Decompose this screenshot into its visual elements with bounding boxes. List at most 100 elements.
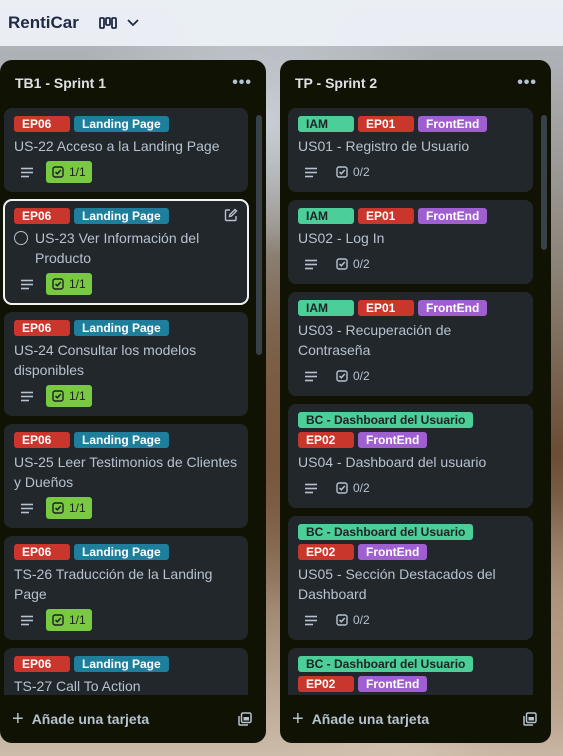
task-card[interactable]: BC - Dashboard del Usuario EP02 FrontEnd	[288, 648, 533, 695]
list-title[interactable]: TP - Sprint 2	[295, 75, 517, 91]
add-card-label: Añade una tarjeta	[31, 711, 150, 727]
card-labels: IAM EP01 FrontEnd	[298, 208, 523, 224]
checklist-icon	[336, 166, 348, 178]
description-icon	[21, 167, 33, 177]
card-title: US-22 Acceso a la Landing Page	[14, 136, 238, 156]
card-label[interactable]: FrontEnd	[418, 208, 488, 224]
card-label[interactable]: BC - Dashboard del Usuario	[298, 412, 474, 428]
plus-icon: +	[292, 708, 304, 730]
card-label[interactable]: EP06	[14, 544, 70, 560]
card-labels: EP06 Landing Page	[14, 208, 238, 224]
card-badges: 1/1	[14, 497, 238, 519]
card-badges: 0/2	[298, 253, 523, 275]
card-label[interactable]: FrontEnd	[358, 544, 428, 560]
checklist-count: 1/1	[69, 613, 86, 627]
brand-name[interactable]: RentiCar	[8, 13, 79, 33]
checklist-badge: 0/2	[330, 161, 376, 183]
card-label[interactable]: EP02	[298, 676, 354, 692]
list-menu-button[interactable]: •••	[232, 74, 252, 92]
checklist-count: 0/2	[353, 613, 370, 627]
checklist-icon	[52, 166, 64, 178]
checklist-count: 1/1	[69, 277, 86, 291]
card-label[interactable]: IAM	[298, 300, 354, 316]
description-icon	[21, 391, 33, 401]
card-badges: 0/2	[298, 609, 523, 631]
board-view-switcher[interactable]	[98, 17, 139, 29]
card-title: US01 - Registro de Usuario	[298, 136, 523, 156]
edit-icon[interactable]	[224, 208, 238, 227]
card-title-text: TS-26 Traducción de la Landing Page	[14, 566, 213, 602]
plus-icon: +	[12, 708, 24, 730]
task-card[interactable]: BC - Dashboard del Usuario EP02 FrontEnd US…	[288, 404, 533, 508]
card-title: US02 - Log In	[298, 228, 523, 248]
card-title-text: US-23 Ver Información del Producto	[35, 230, 200, 266]
add-card-button[interactable]: + Añade una tarjeta	[0, 695, 266, 743]
card-label[interactable]: FrontEnd	[418, 300, 488, 316]
card-list: IAM EP01 FrontEnd US01 - Registro de Usuari…	[280, 106, 551, 695]
task-card[interactable]: EP06 Landing Page US-24 Consultar los mode…	[4, 312, 248, 416]
list-title[interactable]: TB1 - Sprint 1	[15, 75, 232, 91]
checklist-badge: 1/1	[46, 609, 92, 631]
task-card[interactable]: EP06 Landing Page TS-26 Traducción de la L…	[4, 536, 248, 640]
card-title: US03 - Recuperación de Contraseña	[298, 320, 523, 360]
task-card[interactable]: IAM EP01 FrontEnd US01 - Registro de Usuari…	[288, 108, 533, 192]
task-card[interactable]: IAM EP01 FrontEnd US03 - Recuperación de Co…	[288, 292, 533, 396]
card-label[interactable]: EP02	[298, 544, 354, 560]
scrollbar[interactable]	[541, 115, 547, 250]
card-label[interactable]: FrontEnd	[358, 432, 428, 448]
card-label[interactable]: Landing Page	[74, 208, 169, 224]
card-label[interactable]: Landing Page	[74, 544, 169, 560]
complete-toggle-icon[interactable]	[14, 231, 28, 245]
card-label[interactable]: EP06	[14, 208, 70, 224]
task-card[interactable]: EP06 Landing Page US-23 Ver Información de…	[3, 199, 249, 305]
card-label[interactable]: EP06	[14, 320, 70, 336]
task-card[interactable]: EP06 Landing Page US-22 Acceso a la Landin…	[4, 108, 248, 192]
checklist-badge: 0/2	[330, 253, 376, 275]
checklist-count: 1/1	[69, 165, 86, 179]
card-title-text: US-24 Consultar los modelos disponibles	[14, 342, 197, 378]
card-labels: EP06 Landing Page	[14, 656, 238, 672]
card-title: US04 - Dashboard del usuario	[298, 452, 523, 472]
card-labels: IAM EP01 FrontEnd	[298, 116, 523, 132]
card-label[interactable]: Landing Page	[74, 320, 169, 336]
card-label[interactable]: EP01	[358, 300, 414, 316]
card-label[interactable]: EP06	[14, 116, 70, 132]
card-label[interactable]: EP02	[298, 432, 354, 448]
card-label[interactable]: IAM	[298, 116, 354, 132]
description-icon	[21, 503, 33, 513]
checklist-badge: 1/1	[46, 273, 92, 295]
description-icon	[305, 167, 317, 177]
checklist-icon	[52, 390, 64, 402]
task-card[interactable]: IAM EP01 FrontEnd US02 - Log In 0/2	[288, 200, 533, 284]
card-title-text: US-22 Acceso a la Landing Page	[14, 138, 220, 154]
card-label[interactable]: Landing Page	[74, 656, 169, 672]
card-label[interactable]: Landing Page	[74, 432, 169, 448]
card-label[interactable]: IAM	[298, 208, 354, 224]
card-title: US-24 Consultar los modelos disponibles	[14, 340, 238, 380]
card-label[interactable]: EP06	[14, 432, 70, 448]
card-template-icon[interactable]	[238, 712, 252, 726]
task-card[interactable]: BC - Dashboard del Usuario EP02 FrontEnd US…	[288, 516, 533, 640]
card-title-text: US-25 Leer Testimonios de Clientes y Due…	[14, 454, 238, 490]
card-label[interactable]: BC - Dashboard del Usuario	[298, 656, 474, 672]
card-labels: IAM EP01 FrontEnd	[298, 300, 523, 316]
card-label[interactable]: EP06	[14, 656, 70, 672]
card-template-icon[interactable]	[523, 712, 537, 726]
card-label[interactable]: EP01	[358, 116, 414, 132]
card-label[interactable]: BC - Dashboard del Usuario	[298, 524, 474, 540]
card-title: TS-27 Call To Action	[14, 676, 238, 695]
card-label[interactable]: Landing Page	[74, 116, 169, 132]
checklist-badge: 1/1	[46, 385, 92, 407]
card-title: US-25 Leer Testimonios de Clientes y Due…	[14, 452, 238, 492]
add-card-button[interactable]: + Añade una tarjeta	[280, 695, 551, 743]
task-card[interactable]: EP06 Landing Page TS-27 Call To Action	[4, 648, 248, 695]
card-label[interactable]: FrontEnd	[418, 116, 488, 132]
card-label[interactable]: FrontEnd	[358, 676, 428, 692]
list-menu-button[interactable]: •••	[517, 74, 537, 92]
checklist-count: 1/1	[69, 389, 86, 403]
card-label[interactable]: EP01	[358, 208, 414, 224]
scrollbar[interactable]	[256, 115, 262, 355]
task-card[interactable]: EP06 Landing Page US-25 Leer Testimonios d…	[4, 424, 248, 528]
checklist-count: 0/2	[353, 481, 370, 495]
card-title-text: US03 - Recuperación de Contraseña	[298, 322, 452, 358]
